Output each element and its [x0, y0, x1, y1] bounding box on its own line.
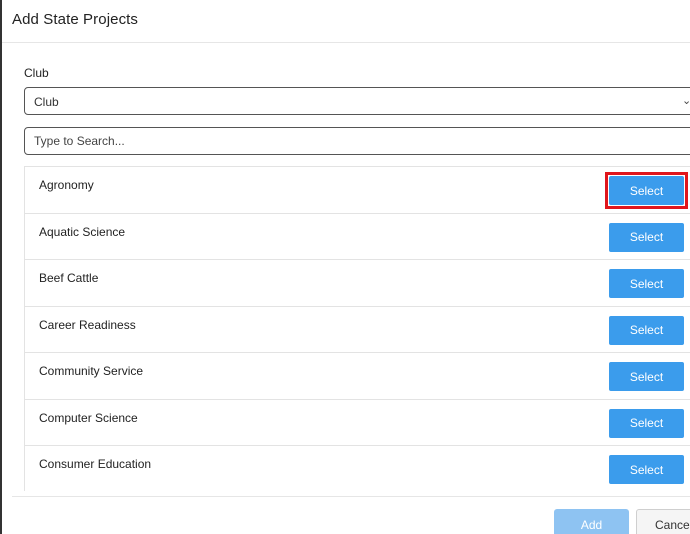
modal-title: Add State Projects [12, 11, 139, 28]
project-name: Aquatic Science [39, 224, 126, 239]
list-item: Aquatic Science Select [25, 213, 690, 260]
list-item: Beef Cattle Select [25, 260, 690, 307]
project-list: Agronomy Select Aquatic Science Select B… [24, 166, 690, 491]
select-button-computer-science[interactable]: Select [609, 408, 684, 438]
project-name: Agronomy [39, 178, 94, 192]
select-button-community-service[interactable]: Select [609, 362, 684, 391]
search-input[interactable] [24, 127, 690, 155]
club-field-label: Club [24, 66, 49, 80]
select-button-consumer-education[interactable]: Select [609, 455, 684, 484]
cancel-button[interactable]: Cancel [636, 509, 690, 534]
chevron-down-icon: ⌄ [682, 95, 690, 107]
project-name: Community Service [39, 364, 144, 378]
select-button-beef-cattle[interactable]: Select [609, 269, 684, 298]
add-state-projects-modal: Add State Projects Club Club ⌄ Agronomy … [0, 0, 690, 534]
project-name: Career Readiness [39, 317, 136, 332]
footer-divider [12, 496, 690, 497]
select-button-career-readiness[interactable]: Select [609, 315, 684, 345]
list-item: Consumer Education Select [25, 446, 690, 491]
project-name: Consumer Education [39, 457, 152, 471]
list-item: Career Readiness Select [25, 306, 690, 353]
list-item: Computer Science Select [25, 399, 690, 446]
select-button-agronomy[interactable]: Select [609, 176, 684, 205]
select-button-aquatic-science[interactable]: Select [609, 222, 684, 252]
list-item: Community Service Select [25, 353, 690, 400]
club-select-value: Club [34, 95, 59, 109]
club-select[interactable]: Club ⌄ [24, 87, 690, 115]
project-name: Computer Science [39, 410, 138, 425]
add-button[interactable]: Add [554, 509, 629, 534]
list-item: Agronomy Select [25, 167, 690, 214]
project-name: Beef Cattle [39, 271, 99, 285]
modal-header: Add State Projects [2, 0, 690, 43]
